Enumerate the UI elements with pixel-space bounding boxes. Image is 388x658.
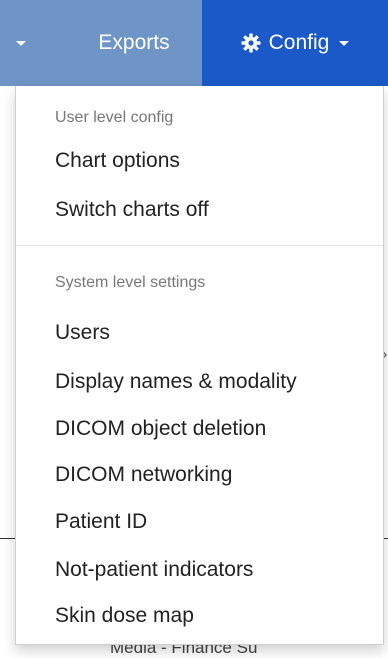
config-dropdown-menu: User level config Chart options Switch c… xyxy=(15,86,384,645)
menu-item-switch-charts-off[interactable]: Switch charts off xyxy=(55,198,209,222)
menu-item-display-names-modality[interactable]: Display names & modality xyxy=(55,370,297,394)
nav-config-dropdown-toggle[interactable]: Config xyxy=(202,0,388,86)
gear-icon xyxy=(241,33,261,53)
menu-item-patient-id[interactable]: Patient ID xyxy=(55,510,147,534)
nav-config-label: Config xyxy=(268,31,330,54)
menu-header-user-level: User level config xyxy=(55,109,174,126)
top-navbar: Exports Config xyxy=(0,0,388,86)
menu-item-not-patient-indicators[interactable]: Not-patient indicators xyxy=(55,558,253,582)
menu-item-dicom-networking[interactable]: DICOM networking xyxy=(55,463,232,487)
previous-menu-dropdown-toggle[interactable] xyxy=(8,32,34,54)
menu-item-skin-dose-map[interactable]: Skin dose map xyxy=(55,604,194,628)
nav-exports-label: Exports xyxy=(98,31,170,54)
menu-divider xyxy=(16,245,383,246)
menu-item-chart-options[interactable]: Chart options xyxy=(55,149,180,173)
nav-exports[interactable]: Exports xyxy=(66,0,202,86)
caret-down-icon xyxy=(339,40,350,46)
menu-item-dicom-object-deletion[interactable]: DICOM object deletion xyxy=(55,417,266,441)
menu-item-users[interactable]: Users xyxy=(55,321,110,345)
caret-down-icon xyxy=(16,40,26,46)
menu-header-system-level: System level settings xyxy=(55,274,206,291)
